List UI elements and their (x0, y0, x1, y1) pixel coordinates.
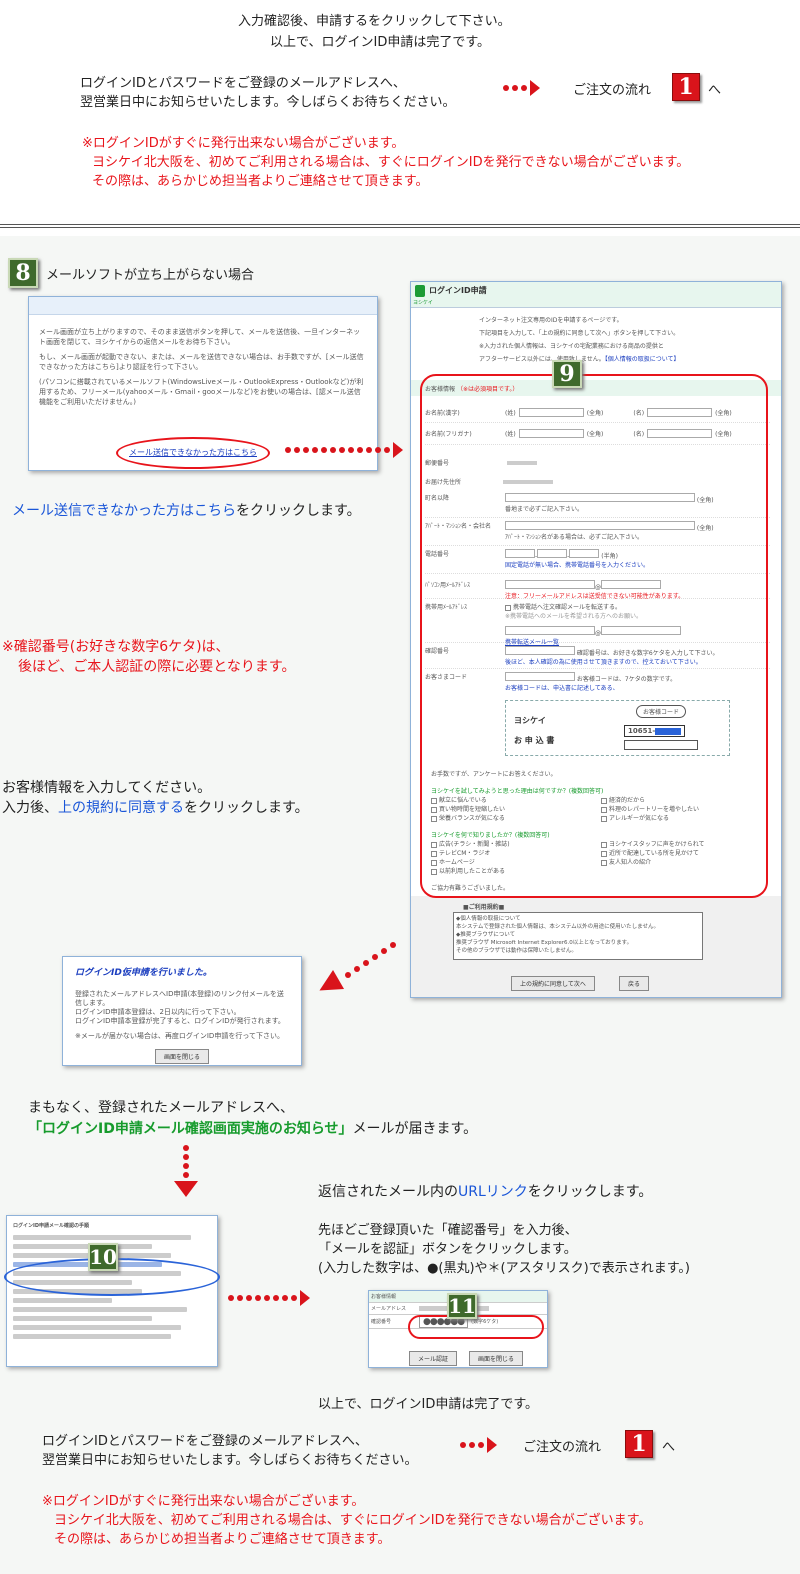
email-title: ログインID申請メール確認の手順 (13, 1223, 90, 1229)
screenshot-paragraph: メール画面が立ち上がりますので、そのまま送信ボタンを押して、メールを送信後、一旦… (39, 328, 361, 346)
step-9-badge: 9 (552, 360, 582, 388)
mail-failed-link[interactable]: メール送信できなかった方はこちら (12, 503, 236, 519)
warning-line-3: その際は、あらかじめ担当者よりご連絡させて頂きます。 (92, 174, 429, 189)
flow-link-label[interactable]: ご注文の流れ (573, 79, 651, 98)
provisional-screenshot: ログインID仮申請を行いました。 登録されたメールアドレスへID申請(本登録)の… (62, 956, 302, 1066)
form-highlight (420, 374, 768, 898)
instruction-text: 入力確認後、申請するをクリックして下さい。 (238, 14, 511, 29)
code-instruction-3: (入力した数字は、●(黒丸)や＊(アスタリスク)で表示されます。) (318, 1261, 690, 1276)
mail-auth-button[interactable]: メール認証 (409, 1351, 458, 1366)
arrow-dots-icon (503, 80, 540, 96)
intro-line: ※入力された個人情報は、ヨシケイの宅配業務における商品の提供と (479, 343, 664, 350)
intro-line: アフターサービス以外には、使用致しません。 (479, 356, 605, 363)
notice-line-1-bottom: ログインIDとパスワードをご登録のメールアドレスへ、 (42, 1434, 368, 1449)
warning-line-1-bottom: ※ログインIDがすぐに発行出来ない場合がございます。 (42, 1494, 365, 1509)
mail-failed-link-screenshot[interactable]: メール送信できなかった方はこちら (129, 447, 257, 458)
close-window-button[interactable]: 画面を閉じる (154, 1049, 209, 1064)
yoshikei-logo-icon (415, 285, 425, 297)
flow-number-badge[interactable]: 1 (672, 73, 700, 101)
step-8-title: メールソフトが立ち上がらない場合 (46, 268, 255, 283)
arrow-dots-icon (228, 1290, 310, 1306)
step-10-badge: 10 (88, 1243, 118, 1271)
intro-line: 下記項目を入力して、「上の規約に同意して次へ」ボタンを押して下さい。 (479, 330, 680, 337)
privacy-link[interactable]: 【個人情報の取扱について】 (605, 356, 680, 363)
auth-label: メールアドレス (371, 1306, 407, 1312)
divider (0, 224, 800, 228)
terms-line: ◆推奨ブラウザについて (456, 932, 516, 938)
warning-line-2: ヨシケイ北大阪を、初めてご利用される場合は、すぐにログインIDを発行できない場合… (92, 155, 690, 170)
step-8-instruction: メール送信できなかった方はこちらをクリックします。 (12, 500, 361, 520)
terms-title: ■ご利用規約■ (463, 904, 505, 911)
notice-line-2: 翌営業日中にお知らせいたします。今しばらくお待ちください。 (80, 95, 456, 110)
terms-line: その他のブラウザでは動作は保障いたしません。 (456, 948, 577, 954)
fill-instruction-1: お客様情報を入力してください。 (2, 780, 212, 796)
provisional-text: ログインID申請本登録は、2日以内に行って下さい。 (75, 1008, 241, 1016)
terms-line: ◆個人情報の取扱について (456, 916, 521, 922)
mail-arrival-line-2: 「ログインID申請メール確認画面実施のお知らせ」メールが届きます。 (28, 1118, 477, 1138)
form-intro: インターネット注文専用のIDを申請するページです。 下記項目を入力して、「上の規… (479, 314, 680, 366)
completion-text-bottom: 以上で、ログインID申請は完了です。 (318, 1397, 539, 1412)
back-button[interactable]: 戻る (619, 976, 650, 991)
fill-text: 入力後、 (2, 800, 58, 816)
agree-link[interactable]: 上の規約に同意する (58, 800, 184, 816)
code-instruction-1: 先ほどご登録頂いた「確認番号」を入力後、 (318, 1223, 578, 1238)
arrow-dots-icon (460, 1437, 497, 1453)
step-11-badge: 11 (447, 1293, 477, 1319)
warning-line-1: ※ログインIDがすぐに発行出来ない場合がございます。 (82, 136, 405, 151)
flow-suffix: へ (708, 83, 722, 98)
close-window-button[interactable]: 画面を閉じる (469, 1351, 524, 1366)
url-instruction: 返信されたメール内のURLリンクをクリックします。 (318, 1181, 652, 1201)
code-instruction-2: 「メールを認証」ボタンをクリックします。 (318, 1242, 577, 1257)
url-link[interactable]: URLリンク (458, 1184, 528, 1200)
fill-text: をクリックします。 (184, 800, 309, 816)
confirm-note-1: ※確認番号(お好きな数字6ケタ)は、 (2, 639, 230, 655)
provisional-text: ログインID申請本登録が完了すると、ログインIDが発行されます。 (75, 1017, 285, 1025)
notice-line-1: ログインIDとパスワードをご登録のメールアドレスへ、 (80, 76, 406, 91)
auth-label: お客様情報 (371, 1294, 397, 1300)
screenshot-paragraph: もし、メール画面が起動できない、または、メールを送信できない場合は、お手数ですが… (39, 353, 364, 371)
notice-line-2-bottom: 翌営業日中にお知らせいたします。今しばらくお待ちください。 (42, 1453, 418, 1468)
provisional-title: ログインID仮申請を行いました。 (75, 968, 212, 978)
warning-line-2-bottom: ヨシケイ北大阪を、初めてご利用される場合は、すぐにログインIDを発行できない場合… (54, 1513, 652, 1528)
confirm-note-2: 後ほど、ご本人認証の際に必要となります。 (18, 659, 296, 675)
terms-line: 推奨ブラウザ Microsoft Internet Explorer6.0以上と… (456, 940, 633, 946)
top-section: 入力確認後、申請するをクリックして下さい。 以上で、ログインID申請は完了です。… (0, 0, 800, 230)
instruction-rest: をクリックします。 (236, 503, 361, 519)
mail-subject: 「ログインID申請メール確認画面実施のお知らせ」 (28, 1121, 353, 1137)
terms-line: 本システムで登録された個人情報は、本システム以外の用途に使用いたしません。 (456, 924, 660, 930)
diagonal-arrow-icon (313, 942, 398, 1002)
arrow-dots-icon (285, 442, 403, 458)
url-text: 返信されたメール内の (318, 1184, 458, 1200)
mail-arrival-line-1: まもなく、登録されたメールアドレスへ、 (28, 1100, 294, 1116)
flow-suffix-bottom: へ (662, 1440, 676, 1455)
provisional-text: 登録されたメールアドレスへID申請(本登録)のリンク付メールを送信します。 (75, 990, 284, 1007)
step-8-badge: 8 (8, 258, 38, 288)
flow-link-label-bottom[interactable]: ご注文の流れ (523, 1436, 601, 1455)
terms-box[interactable]: ◆個人情報の取扱について 本システムで登録された個人情報は、本システム以外の用途… (453, 912, 703, 960)
provisional-text: ※メールが届かない場合は、再度ログインID申請を行って下さい。 (75, 1032, 284, 1040)
form-header: ログインID申請 (429, 286, 487, 295)
screenshot-paragraph: (パソコンに搭載されているメールソフト(WindowsLiveメール・Outlo… (39, 378, 364, 406)
intro-line: インターネット注文専用のIDを申請するページです。 (479, 317, 623, 324)
warning-line-3-bottom: その際は、あらかじめ担当者よりご連絡させて頂きます。 (54, 1532, 391, 1547)
fill-instruction-2: 入力後、上の規約に同意するをクリックします。 (2, 797, 309, 817)
url-text: をクリックします。 (527, 1184, 653, 1200)
agree-button[interactable]: 上の規約に同意して次へ (511, 976, 595, 991)
mail-rest: メールが届きます。 (352, 1121, 478, 1137)
flow-number-badge-bottom[interactable]: 1 (625, 1430, 653, 1458)
logo-text: ヨシケイ (413, 300, 433, 306)
completion-text: 以上で、ログインID申請は完了です。 (270, 35, 491, 50)
down-arrow-icon (172, 1145, 200, 1203)
